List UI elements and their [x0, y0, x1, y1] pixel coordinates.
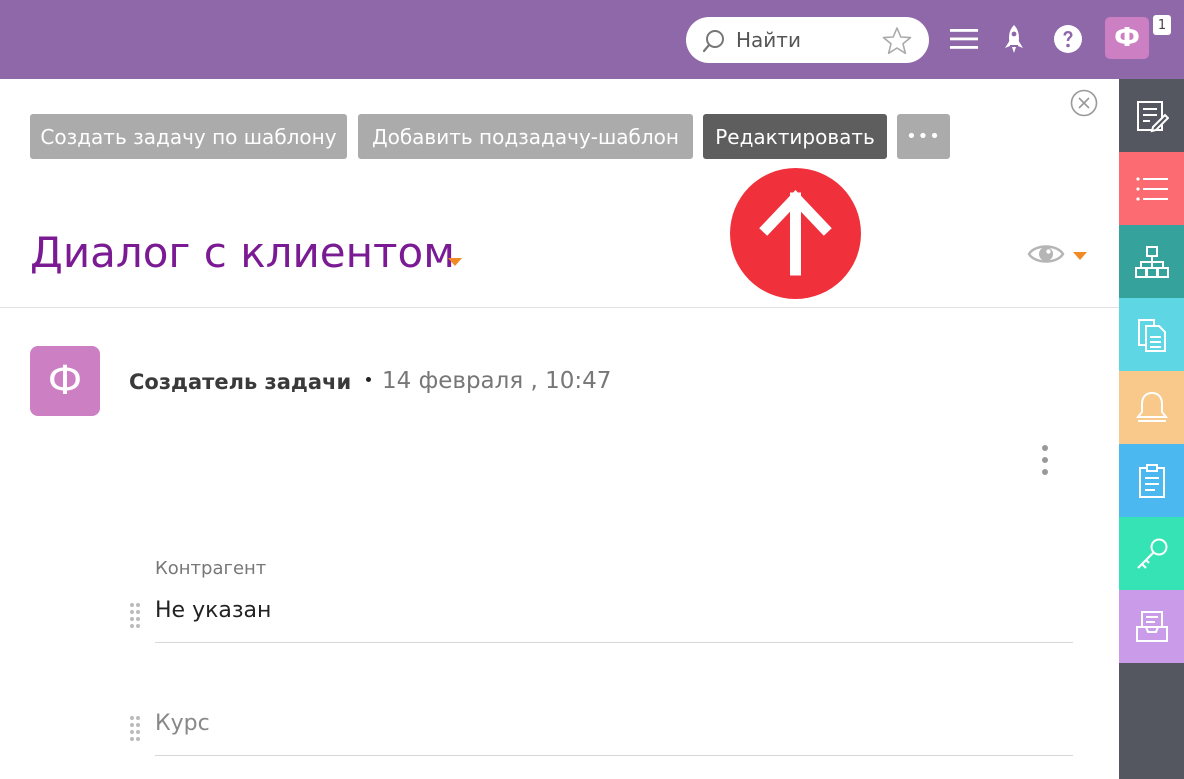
more-actions-button[interactable]: ••• — [897, 114, 950, 159]
drag-handle-icon[interactable] — [129, 602, 141, 628]
help-icon[interactable] — [1051, 22, 1085, 56]
search-input[interactable]: Найти — [736, 28, 801, 52]
sidebar-item-clipboard[interactable] — [1119, 444, 1184, 517]
notification-badge[interactable]: 1 — [1153, 15, 1171, 35]
search-box[interactable]: Найти — [686, 17, 929, 63]
key-icon — [1136, 538, 1167, 569]
bell-icon — [1135, 391, 1168, 422]
eye-icon[interactable] — [1027, 240, 1065, 268]
hierarchy-icon — [1134, 245, 1169, 278]
comment-date: 14 февраля , 10:47 — [382, 368, 612, 394]
separator-dot — [366, 377, 371, 382]
search-icon — [702, 30, 724, 53]
drag-handle-icon[interactable] — [129, 715, 141, 741]
user-avatar[interactable]: Ф — [1105, 17, 1149, 59]
watch-dropdown-caret[interactable] — [1073, 252, 1087, 260]
edit-note-icon — [1136, 100, 1169, 132]
documents-icon — [1137, 318, 1166, 352]
kebab-menu-icon[interactable] — [1038, 444, 1052, 476]
sidebar-item-documents[interactable] — [1119, 298, 1184, 371]
counterparty-field[interactable]: Не указан — [155, 598, 271, 623]
title-dropdown-caret[interactable] — [448, 258, 462, 266]
rocket-icon[interactable] — [997, 22, 1031, 56]
header-divider — [0, 307, 1119, 308]
counterparty-label: Контрагент — [155, 558, 267, 579]
rate-field[interactable]: Курс — [155, 711, 210, 736]
edit-button[interactable]: Редактировать — [703, 114, 887, 159]
sidebar-item-edit[interactable] — [1119, 79, 1184, 152]
annotation-arrow — [730, 168, 861, 299]
list-icon — [1135, 176, 1168, 201]
author-name[interactable]: Создатель задачи — [129, 370, 351, 394]
sidebar-item-list[interactable] — [1119, 152, 1184, 225]
create-from-template-button[interactable]: Создать задачу по шаблону — [30, 114, 347, 159]
field-underline — [155, 755, 1073, 756]
sidebar-item-inbox[interactable] — [1119, 590, 1184, 663]
avatar: Ф — [30, 346, 100, 416]
star-icon[interactable] — [882, 26, 912, 56]
top-bar: Найти Ф 1 — [0, 0, 1184, 79]
sidebar-item-key[interactable] — [1119, 517, 1184, 590]
menu-icon[interactable] — [947, 22, 981, 56]
sidebar-item-hierarchy[interactable] — [1119, 225, 1184, 298]
close-icon[interactable] — [1070, 89, 1098, 117]
page-title: Диалог с клиентом — [30, 228, 455, 277]
arrow-up-icon — [759, 190, 832, 276]
inbox-icon — [1135, 610, 1168, 642]
sidebar-item-notifications[interactable] — [1119, 371, 1184, 444]
clipboard-icon — [1138, 463, 1165, 498]
right-sidebar — [1119, 79, 1184, 779]
field-underline — [155, 642, 1073, 643]
add-subtask-template-button[interactable]: Добавить подзадачу-шаблон — [358, 114, 693, 159]
